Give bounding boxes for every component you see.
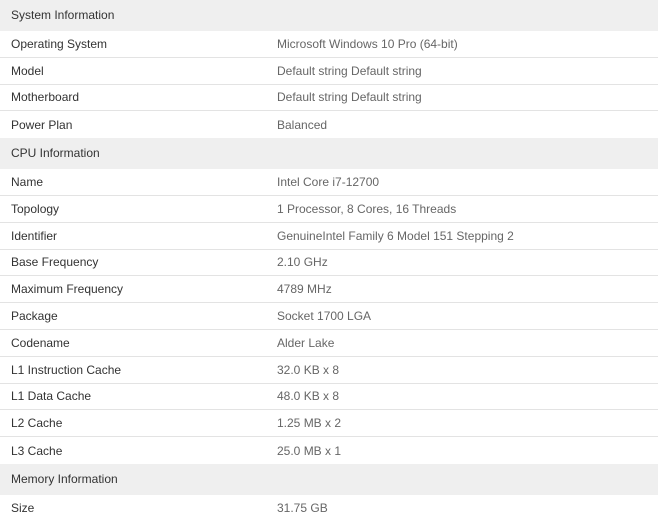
row-label: Operating System: [11, 36, 108, 51]
table-row: Power Plan Balanced: [0, 111, 658, 139]
row-value: Alder Lake: [277, 335, 335, 350]
memory-information-section: Memory Information Size 31.75 GB: [0, 463, 658, 522]
table-row: Model Default string Default string: [0, 57, 658, 85]
row-value: Balanced: [277, 117, 328, 132]
row-value: 4789 MHz: [277, 282, 332, 297]
table-row: Topology 1 Processor, 8 Cores, 16 Thread…: [0, 195, 658, 223]
table-row: Codename Alder Lake: [0, 329, 658, 357]
section-header-memory-information: Memory Information: [0, 463, 658, 495]
system-information-section: System Information Operating System Micr…: [0, 0, 658, 139]
table-row: Size 31.75 GB: [0, 494, 658, 522]
row-value: 1 Processor, 8 Cores, 16 Threads: [277, 201, 457, 216]
table-row: L2 Cache 1.25 MB x 2: [0, 410, 658, 438]
row-label: L1 Instruction Cache: [11, 362, 122, 377]
system-info-page: System Information Operating System Micr…: [0, 0, 658, 525]
row-value: Intel Core i7-12700: [277, 175, 380, 190]
row-value: Socket 1700 LGA: [277, 309, 372, 324]
row-label: Codename: [11, 335, 70, 350]
table-row: Package Socket 1700 LGA: [0, 303, 658, 330]
row-label: Package: [11, 309, 58, 324]
cpu-information-section: CPU Information Name Intel Core i7-12700…: [0, 138, 658, 464]
table-row: Base Frequency 2.10 GHz: [0, 249, 658, 277]
row-label: Name: [11, 175, 44, 190]
section-header-system-information: System Information: [0, 0, 658, 31]
row-label: L2 Cache: [11, 416, 63, 431]
row-label: Model: [11, 63, 44, 78]
row-label: L1 Data Cache: [11, 389, 92, 404]
row-value: Default string Default string: [277, 90, 422, 105]
table-row: L1 Data Cache 48.0 KB x 8: [0, 383, 658, 411]
table-row: Name Intel Core i7-12700: [0, 169, 658, 196]
row-value: 2.10 GHz: [277, 255, 328, 270]
row-value: 1.25 MB x 2: [277, 416, 342, 431]
table-row: Maximum Frequency 4789 MHz: [0, 276, 658, 304]
row-label: Base Frequency: [11, 255, 99, 270]
row-value: GenuineIntel Family 6 Model 151 Stepping…: [277, 228, 514, 243]
table-row: L1 Instruction Cache 32.0 KB x 8: [0, 356, 658, 384]
row-label: Maximum Frequency: [11, 282, 124, 297]
row-value: 48.0 KB x 8: [277, 389, 340, 404]
table-row: Identifier GenuineIntel Family 6 Model 1…: [0, 222, 658, 250]
row-value: 31.75 GB: [277, 501, 328, 516]
row-value: 25.0 MB x 1: [277, 443, 342, 458]
row-value: Microsoft Windows 10 Pro (64-bit): [277, 36, 458, 51]
row-label: Identifier: [11, 228, 58, 243]
row-label: L3 Cache: [11, 443, 63, 458]
row-label: Motherboard: [11, 90, 80, 105]
table-row: L3 Cache 25.0 MB x 1: [0, 437, 658, 464]
section-header-cpu-information: CPU Information: [0, 138, 658, 170]
row-value: Default string Default string: [277, 63, 422, 78]
row-label: Power Plan: [11, 117, 73, 132]
table-row: Operating System Microsoft Windows 10 Pr…: [0, 31, 658, 58]
row-label: Topology: [11, 201, 60, 216]
row-label: Size: [11, 501, 35, 516]
table-row: Motherboard Default string Default strin…: [0, 84, 658, 112]
row-value: 32.0 KB x 8: [277, 362, 340, 377]
